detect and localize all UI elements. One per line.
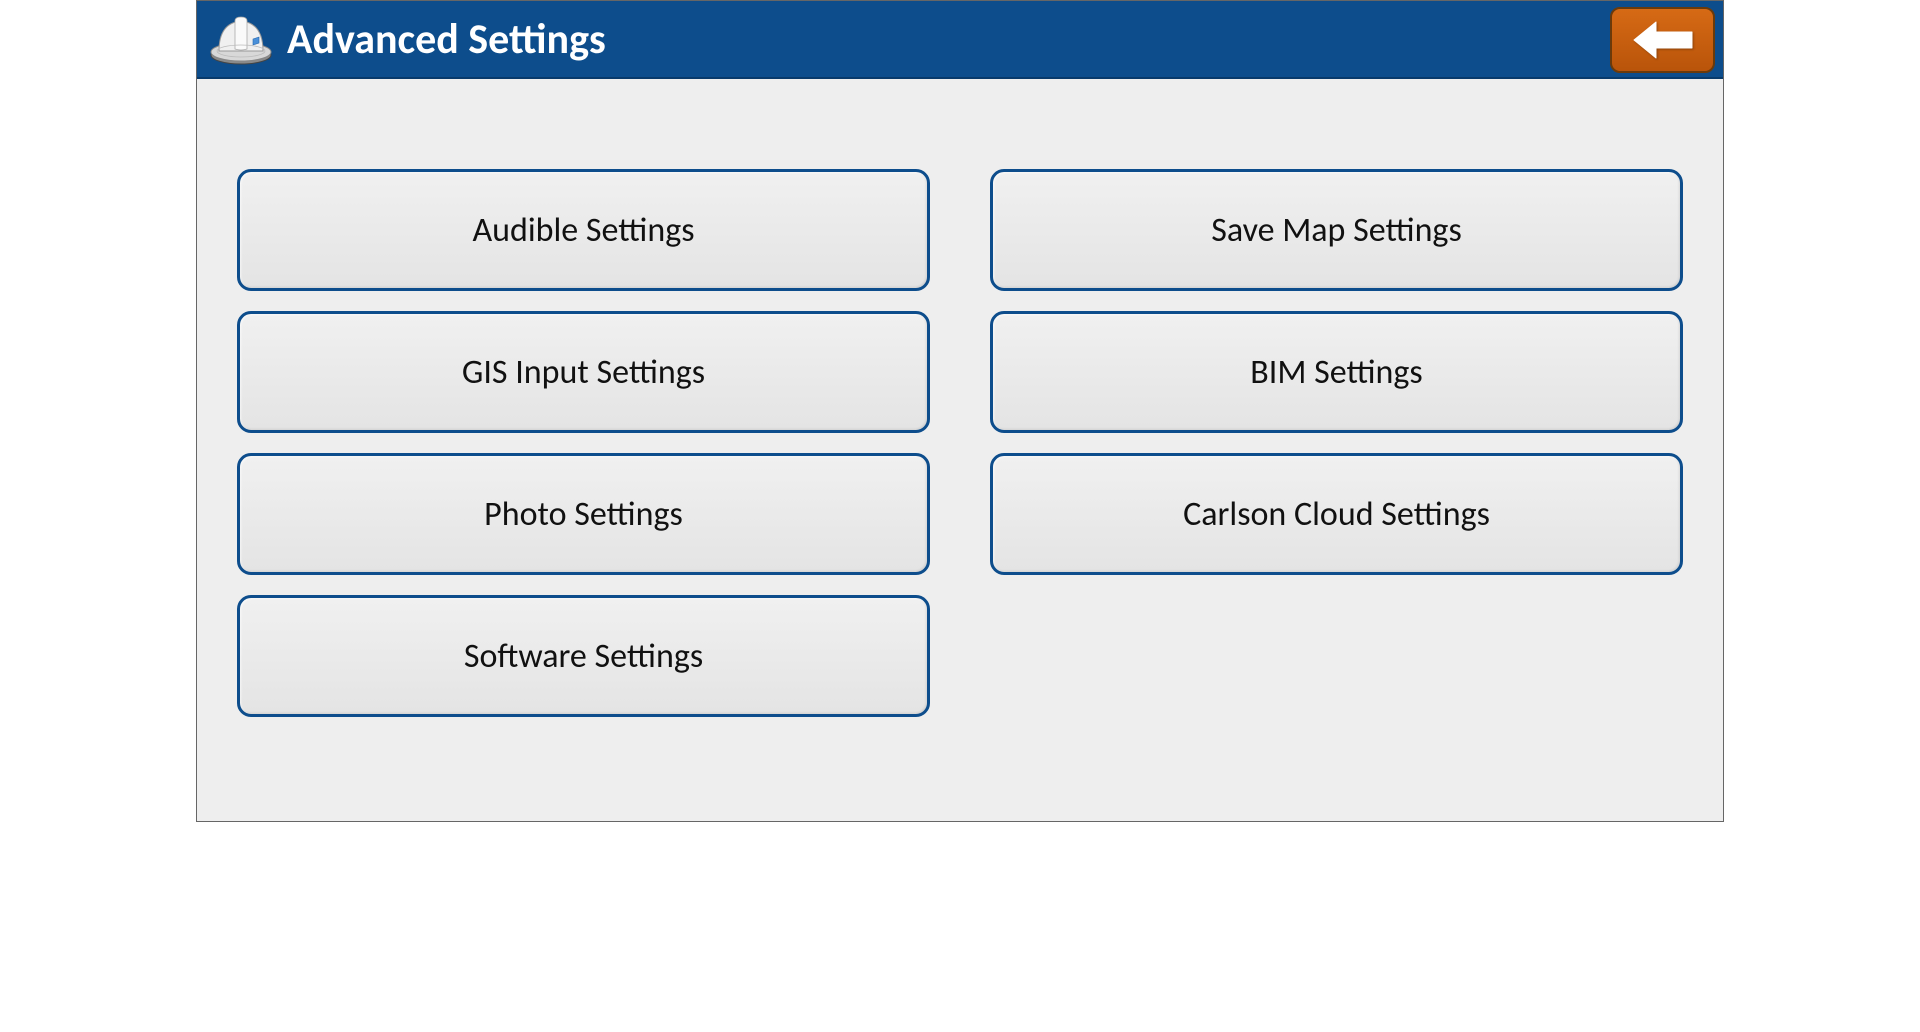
hardhat-icon (207, 9, 275, 69)
button-label: Audible Settings (472, 210, 694, 251)
back-button[interactable] (1610, 7, 1715, 73)
carlson-cloud-settings-button[interactable]: Carlson Cloud Settings (990, 453, 1683, 575)
photo-settings-button[interactable]: Photo Settings (237, 453, 930, 575)
bim-settings-button[interactable]: BIM Settings (990, 311, 1683, 433)
button-label: Photo Settings (484, 494, 683, 535)
right-column: Save Map Settings BIM Settings Carlson Clo… (990, 169, 1683, 781)
button-label: BIM Settings (1250, 352, 1422, 393)
header-bar: Advanced Settings (197, 1, 1723, 79)
audible-settings-button[interactable]: Audible Settings (237, 169, 930, 291)
page-title: Advanced Settings (287, 14, 606, 65)
button-label: Carlson Cloud Settings (1183, 494, 1490, 535)
content-area: Audible Settings GIS Input Settings Photo … (197, 79, 1723, 821)
save-map-settings-button[interactable]: Save Map Settings (990, 169, 1683, 291)
button-label: GIS Input Settings (462, 352, 705, 393)
software-settings-button[interactable]: Software Settings (237, 595, 930, 717)
gis-input-settings-button[interactable]: GIS Input Settings (237, 311, 930, 433)
button-label: Software Settings (464, 636, 703, 677)
button-label: Save Map Settings (1211, 210, 1462, 251)
back-arrow-icon (1628, 18, 1698, 62)
left-column: Audible Settings GIS Input Settings Photo … (237, 169, 930, 781)
